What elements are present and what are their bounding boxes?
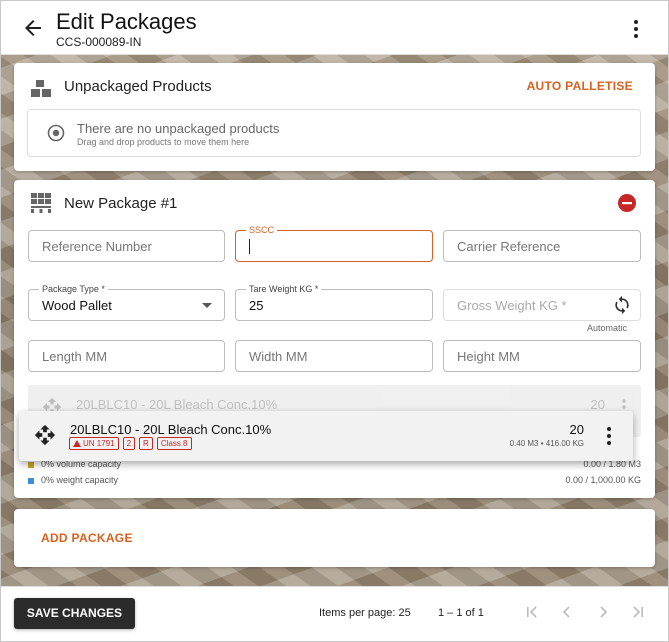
window-frame (0, 0, 669, 642)
